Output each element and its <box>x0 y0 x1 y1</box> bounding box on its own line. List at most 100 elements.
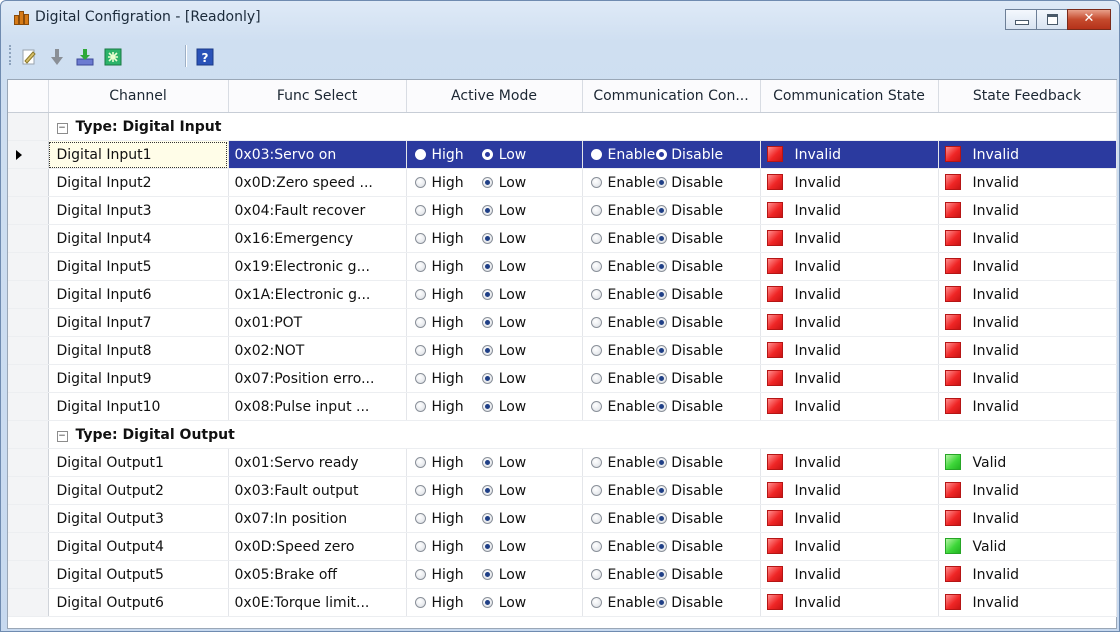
active-mode-low-radio[interactable]: Low <box>481 455 526 471</box>
active-mode-high-radio[interactable]: High <box>414 539 482 555</box>
active-mode-high-radio[interactable]: High <box>414 203 482 219</box>
table-row[interactable]: Digital Output2 0x03:Fault output High Low E… <box>8 476 1117 505</box>
comm-disable-radio[interactable]: Disable <box>655 455 723 471</box>
comm-enable-radio[interactable]: Enable <box>590 483 655 499</box>
row-indicator[interactable] <box>8 392 49 421</box>
comm-disable-radio[interactable]: Disable <box>655 539 723 555</box>
active-mode-high-radio[interactable]: High <box>414 511 482 527</box>
row-indicator[interactable] <box>8 140 49 169</box>
table-row[interactable]: Digital Input4 0x16:Emergency High Low Enabl… <box>8 224 1117 253</box>
row-indicator[interactable] <box>8 308 49 337</box>
func-select-cell[interactable]: 0x19:Electronic g... <box>228 252 407 281</box>
table-row[interactable]: Digital Output3 0x07:In position High Low En… <box>8 504 1117 533</box>
comm-disable-radio[interactable]: Disable <box>655 287 723 303</box>
row-indicator[interactable] <box>8 476 49 505</box>
comm-enable-radio[interactable]: Enable <box>590 455 655 471</box>
func-select-cell[interactable]: 0x05:Brake off <box>228 560 407 589</box>
func-select-cell[interactable]: 0x1A:Electronic g... <box>228 280 407 309</box>
table-row[interactable]: Digital Input10 0x08:Pulse input ... High L… <box>8 392 1117 421</box>
refresh-button[interactable] <box>103 47 123 67</box>
channel-cell[interactable]: Digital Output5 <box>48 560 229 589</box>
func-select-cell[interactable]: 0x07:Position erro... <box>228 364 407 393</box>
active-mode-high-radio[interactable]: High <box>414 231 482 247</box>
comm-disable-radio[interactable]: Disable <box>655 511 723 527</box>
active-mode-high-radio[interactable]: High <box>414 483 482 499</box>
func-select-cell[interactable]: 0x01:Servo ready <box>228 448 407 477</box>
active-mode-low-radio[interactable]: Low <box>481 315 526 331</box>
comm-enable-radio[interactable]: Enable <box>590 399 655 415</box>
func-select-cell[interactable]: 0x03:Fault output <box>228 476 407 505</box>
row-indicator[interactable] <box>8 560 49 589</box>
row-indicator[interactable] <box>8 224 49 253</box>
col-header-communication-control[interactable]: Communication Con... <box>582 80 761 113</box>
active-mode-low-radio[interactable]: Low <box>481 287 526 303</box>
active-mode-high-radio[interactable]: High <box>414 371 482 387</box>
table-row[interactable]: Digital Input8 0x02:NOT High Low Enable Disab… <box>8 336 1117 365</box>
col-header-func-select[interactable]: Func Select <box>228 80 407 113</box>
active-mode-high-radio[interactable]: High <box>414 595 482 611</box>
active-mode-low-radio[interactable]: Low <box>481 511 526 527</box>
active-mode-low-radio[interactable]: Low <box>481 343 526 359</box>
func-select-cell[interactable]: 0x01:POT <box>228 308 407 337</box>
close-button[interactable]: ✕ <box>1067 9 1111 30</box>
active-mode-low-radio[interactable]: Low <box>481 175 526 191</box>
comm-disable-radio[interactable]: Disable <box>655 231 723 247</box>
channel-cell[interactable]: Digital Input7 <box>48 308 229 337</box>
import-button[interactable] <box>75 47 95 67</box>
comm-disable-radio[interactable]: Disable <box>655 203 723 219</box>
channel-cell[interactable]: Digital Output3 <box>48 504 229 533</box>
func-select-cell[interactable]: 0x08:Pulse input ... <box>228 392 407 421</box>
comm-enable-radio[interactable]: Enable <box>590 539 655 555</box>
active-mode-high-radio[interactable]: High <box>414 399 482 415</box>
active-mode-low-radio[interactable]: Low <box>481 371 526 387</box>
title-bar[interactable]: Digital Configration - [Readonly] ✕ <box>1 1 1119 35</box>
active-mode-high-radio[interactable]: High <box>414 175 482 191</box>
active-mode-low-radio[interactable]: Low <box>481 259 526 275</box>
active-mode-low-radio[interactable]: Low <box>481 567 526 583</box>
channel-cell[interactable]: Digital Input5 <box>48 252 229 281</box>
download-button[interactable] <box>47 47 67 67</box>
table-row[interactable]: Digital Input2 0x0D:Zero speed ... High Low… <box>8 168 1117 197</box>
active-mode-low-radio[interactable]: Low <box>481 203 526 219</box>
table-row[interactable]: Digital Input9 0x07:Position erro... High L… <box>8 364 1117 393</box>
channel-cell[interactable]: Digital Output1 <box>48 448 229 477</box>
group-row[interactable]: − Type: Digital Output <box>8 420 1117 449</box>
table-row[interactable]: Digital Input1 0x03:Servo on High Low Enable… <box>8 140 1117 169</box>
func-select-cell[interactable]: 0x0D:Zero speed ... <box>228 168 407 197</box>
func-select-cell[interactable]: 0x0E:Torque limit... <box>228 588 407 617</box>
comm-enable-radio[interactable]: Enable <box>590 511 655 527</box>
comm-disable-radio[interactable]: Disable <box>655 259 723 275</box>
comm-enable-radio[interactable]: Enable <box>590 315 655 331</box>
table-row[interactable]: Digital Input6 0x1A:Electronic g... High Lo… <box>8 280 1117 309</box>
comm-enable-radio[interactable]: Enable <box>590 595 655 611</box>
comm-enable-radio[interactable]: Enable <box>590 147 655 163</box>
func-select-cell[interactable]: 0x07:In position <box>228 504 407 533</box>
active-mode-high-radio[interactable]: High <box>414 567 482 583</box>
comm-enable-radio[interactable]: Enable <box>590 231 655 247</box>
toolbar-grip[interactable] <box>9 45 14 65</box>
table-row[interactable]: Digital Input7 0x01:POT High Low Enable Disab… <box>8 308 1117 337</box>
active-mode-low-radio[interactable]: Low <box>481 595 526 611</box>
active-mode-high-radio[interactable]: High <box>414 343 482 359</box>
table-row[interactable]: Digital Output6 0x0E:Torque limit... High L… <box>8 588 1117 617</box>
table-row[interactable]: Digital Input3 0x04:Fault recover High Low E… <box>8 196 1117 225</box>
group-header[interactable]: − Type: Digital Output <box>48 420 1117 449</box>
channel-cell[interactable]: Digital Input9 <box>48 364 229 393</box>
comm-disable-radio[interactable]: Disable <box>655 343 723 359</box>
minimize-button[interactable] <box>1005 9 1037 30</box>
active-mode-low-radio[interactable]: Low <box>481 231 526 247</box>
comm-enable-radio[interactable]: Enable <box>590 203 655 219</box>
comm-disable-radio[interactable]: Disable <box>655 175 723 191</box>
col-header-communication-state[interactable]: Communication State <box>760 80 939 113</box>
row-indicator[interactable] <box>8 336 49 365</box>
channel-cell[interactable]: Digital Input1 <box>48 140 229 169</box>
channel-cell[interactable]: Digital Input8 <box>48 336 229 365</box>
active-mode-high-radio[interactable]: High <box>414 259 482 275</box>
comm-enable-radio[interactable]: Enable <box>590 175 655 191</box>
channel-cell[interactable]: Digital Input4 <box>48 224 229 253</box>
comm-enable-radio[interactable]: Enable <box>590 371 655 387</box>
channel-cell[interactable]: Digital Output4 <box>48 532 229 561</box>
col-header-channel[interactable]: Channel <box>48 80 229 113</box>
table-row[interactable]: Digital Input5 0x19:Electronic g... High Lo… <box>8 252 1117 281</box>
active-mode-low-radio[interactable]: Low <box>481 483 526 499</box>
